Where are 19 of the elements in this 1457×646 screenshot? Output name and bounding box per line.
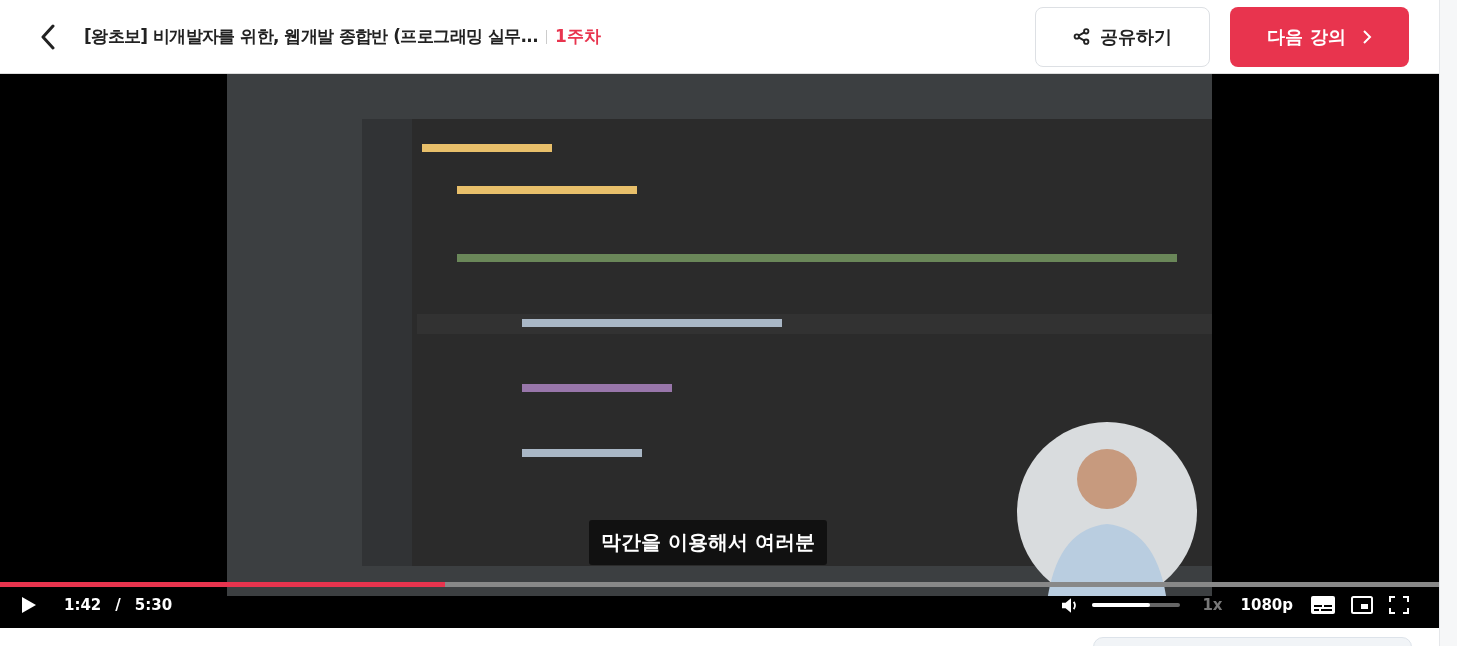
current-time: 1:42 [64,596,102,614]
speed-setting[interactable]: 1x [1202,596,1223,614]
fullscreen-icon[interactable] [1389,596,1409,614]
course-title: [왕초보] 비개발자를 위한, 웹개발 종합반 (프로그래밍 실무... [84,25,539,48]
share-icon [1073,28,1090,45]
share-button[interactable]: 공유하기 [1035,6,1210,67]
subtitle: 막간을 이용해서 여러분 [589,520,827,565]
next-lecture-button[interactable]: 다음 강의 [1230,6,1409,67]
picture-in-picture-icon[interactable] [1351,596,1373,614]
week-label: 1주차 [555,25,601,48]
captions-icon[interactable] [1311,596,1335,614]
quality-setting[interactable]: 1080p [1240,596,1293,614]
chevron-right-icon [1361,28,1372,45]
duration: 5:30 [134,596,173,614]
play-icon[interactable] [22,597,36,613]
page-scrollbar[interactable] [1439,0,1457,646]
back-icon[interactable] [40,23,56,50]
volume-slider[interactable] [1092,603,1181,607]
time-separator: / [115,596,121,614]
